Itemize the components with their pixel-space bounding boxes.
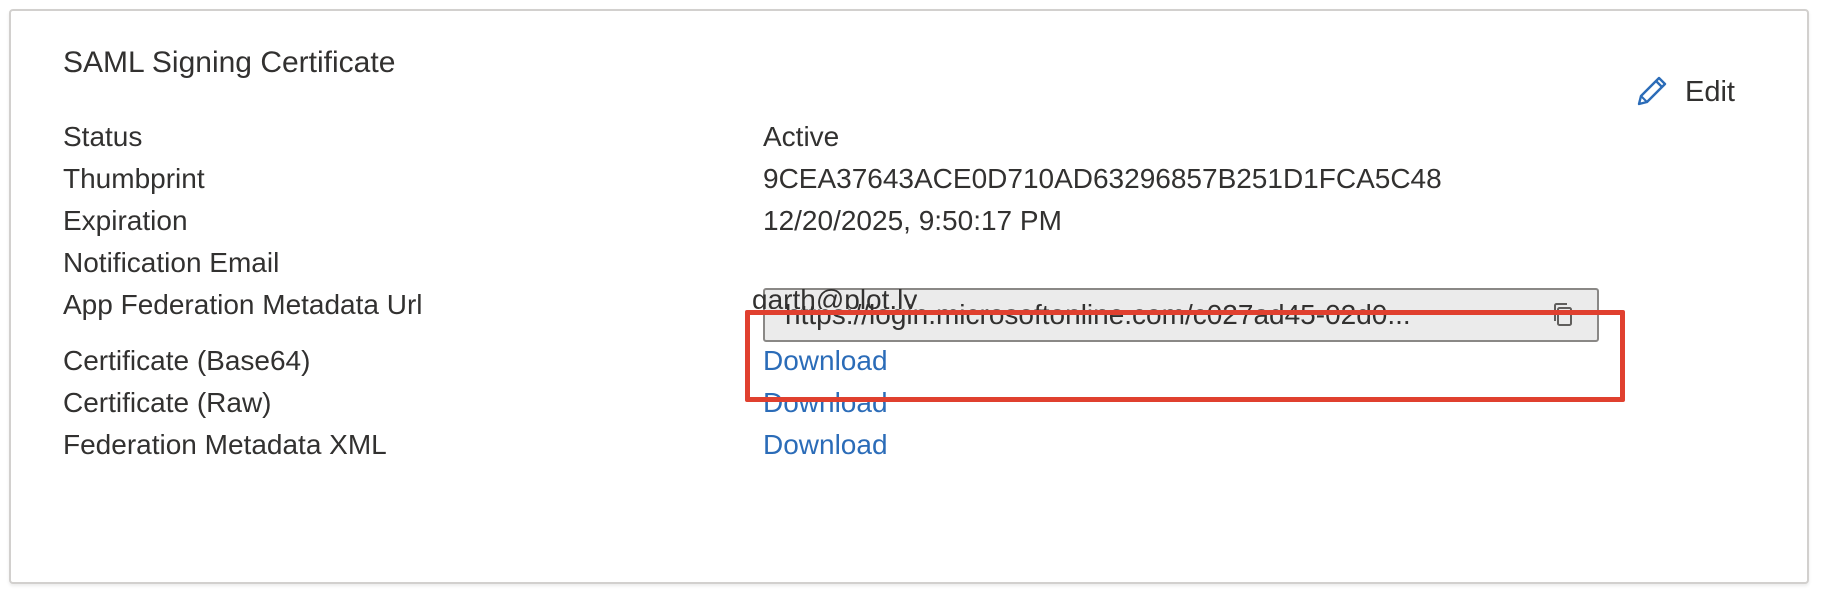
thumbprint-value: 9CEA37643ACE0D710AD63296857B251D1FCA5C48: [763, 163, 1442, 194]
status-value: Active: [763, 121, 840, 152]
notification-email-value: garth@plot.ly: [752, 284, 918, 309]
row-status: Status Active: [63, 116, 1763, 158]
expiration-value: 12/20/2025, 9:50:17 PM: [763, 205, 1062, 236]
certificate-base64-label: Certificate (Base64): [63, 345, 311, 376]
federation-metadata-xml-label: Federation Metadata XML: [63, 429, 387, 460]
certificate-raw-label: Certificate (Raw): [63, 387, 272, 418]
edit-label: Edit: [1685, 75, 1735, 108]
certificate-base64-download-link[interactable]: Download: [763, 340, 888, 382]
row-certificate-base64: Certificate (Base64) Download: [63, 340, 1763, 382]
notification-email-label: Notification Email: [63, 247, 280, 278]
app-federation-metadata-url-label: App Federation Metadata Url: [63, 289, 423, 320]
thumbprint-label: Thumbprint: [63, 163, 205, 194]
status-label: Status: [63, 121, 143, 152]
federation-metadata-xml-download-link[interactable]: Download: [763, 424, 888, 466]
copy-icon[interactable]: [1549, 300, 1579, 330]
edit-button[interactable]: Edit: [1631, 69, 1735, 115]
expiration-label: Expiration: [63, 205, 188, 236]
card-title: SAML Signing Certificate: [63, 46, 396, 79]
row-thumbprint: Thumbprint 9CEA37643ACE0D710AD63296857B2…: [63, 158, 1763, 200]
row-notification-email: Notification Email: [63, 242, 1763, 284]
pencil-icon: [1631, 72, 1671, 112]
row-federation-metadata-xml: Federation Metadata XML Download: [63, 424, 1763, 466]
row-expiration: Expiration 12/20/2025, 9:50:17 PM: [63, 200, 1763, 242]
row-certificate-raw: Certificate (Raw) Download: [63, 382, 1763, 424]
certificate-raw-download-link[interactable]: Download: [763, 382, 888, 424]
